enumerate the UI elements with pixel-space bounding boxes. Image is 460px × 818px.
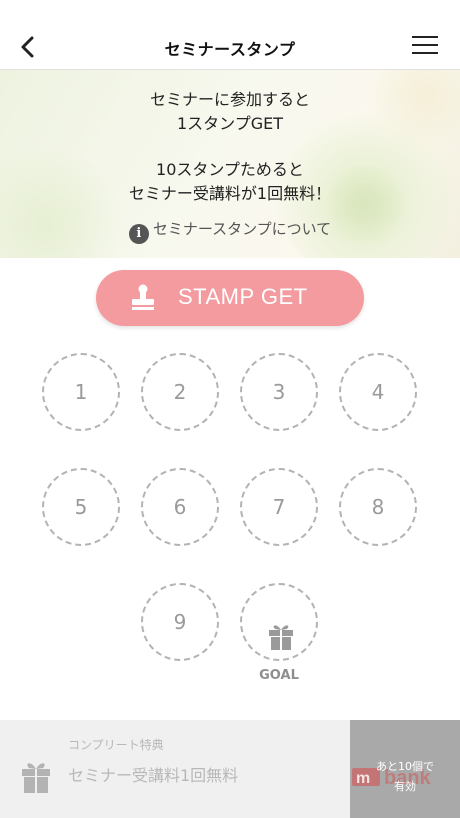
stamp-slot: 5 [42,468,120,546]
gift-icon [269,607,293,650]
page-title: セミナースタンプ [164,40,296,59]
hero-banner: セミナーに参加すると 1スタンプGET 10スタンプためると セミナー受講料が1… [0,70,460,258]
stamp-icon [130,284,156,312]
stamp-slot: 7 [240,468,318,546]
navigation-bar: セミナースタンプ [0,24,460,70]
stamp-slot: 6 [141,468,219,546]
hamburger-menu-icon[interactable] [412,36,438,58]
about-stamps-label: セミナースタンプについて [152,220,332,238]
benefit-description: セミナー受講料1回無料 [68,766,239,785]
stamp-slot: 3 [240,353,318,431]
stamp-get-label: STAMP GET [178,284,308,309]
stamp-slot: 1 [42,353,120,431]
benefit-status-button: m bank あと10個で 有効 [350,720,460,818]
hero-text-line: セミナーに参加すると [149,90,310,109]
complete-benefit-bar: コンプリート特典 セミナー受講料1回無料 m bank あと10個で 有効 [0,720,460,818]
stamp-get-button[interactable]: STAMP GET [96,270,364,326]
stamp-slot: 9 [141,583,219,661]
hero-text-line: 10スタンプためると [156,160,304,179]
status-line: 有効 [394,780,416,793]
stamp-slot: 8 [339,468,417,546]
stamp-slot: 2 [141,353,219,431]
hero-text-line: セミナー受講料が1回無料！ [128,184,332,203]
hero-text-line: 1スタンプGET [177,114,283,133]
status-line: あと10個で [376,760,434,773]
status-bar [0,0,460,24]
info-icon: i [128,224,149,244]
stamp-slot: 4 [339,353,417,431]
benefit-caption: コンプリート特典 [68,738,164,752]
gift-icon [22,758,50,794]
about-stamps-link[interactable]: i セミナースタンプについて [0,218,460,244]
goal-stamp-slot [240,583,318,661]
goal-label: GOAL [259,668,299,683]
